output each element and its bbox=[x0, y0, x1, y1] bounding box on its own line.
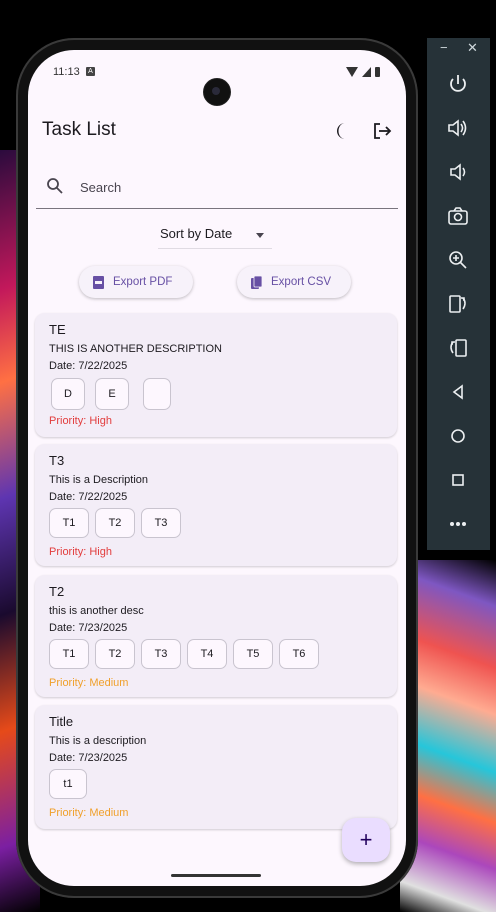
volume-up-button[interactable] bbox=[444, 114, 472, 142]
task-description: THIS IS ANOTHER DESCRIPTION bbox=[49, 343, 222, 355]
task-card[interactable]: Title This is a description Date: 7/23/2… bbox=[35, 705, 397, 829]
task-date: Date: 7/23/2025 bbox=[49, 752, 128, 764]
logout-icon bbox=[374, 123, 392, 139]
tag-chip[interactable]: T6 bbox=[279, 639, 319, 669]
status-time: 11:13 bbox=[53, 66, 80, 78]
task-priority: Priority: High bbox=[49, 415, 112, 427]
logout-button[interactable] bbox=[368, 117, 396, 145]
task-description: This is a description bbox=[49, 735, 147, 747]
task-tags: D E bbox=[51, 378, 171, 410]
volume-down-icon bbox=[450, 163, 466, 181]
search-input[interactable] bbox=[78, 175, 382, 199]
task-priority: Priority: Medium bbox=[49, 677, 129, 689]
task-date: Date: 7/22/2025 bbox=[49, 360, 128, 372]
task-title: T3 bbox=[49, 453, 65, 468]
moon-icon bbox=[337, 123, 345, 139]
search-bar bbox=[36, 166, 398, 209]
more-button[interactable] bbox=[444, 510, 472, 538]
rotate-right-icon bbox=[450, 339, 467, 357]
wifi-icon bbox=[346, 67, 358, 77]
power-icon bbox=[450, 75, 466, 92]
task-description: this is another desc bbox=[49, 605, 144, 617]
overview-icon bbox=[452, 474, 464, 486]
rotate-left-button[interactable] bbox=[444, 290, 472, 318]
tag-chip[interactable]: T1 bbox=[49, 508, 89, 538]
pdf-icon bbox=[93, 275, 104, 289]
sort-dropdown[interactable]: Sort by Date bbox=[158, 222, 272, 249]
plus-icon: + bbox=[359, 827, 373, 852]
home-icon bbox=[451, 429, 465, 443]
notification-icon: A bbox=[86, 67, 95, 76]
volume-up-icon bbox=[448, 119, 467, 137]
rotate-left-icon bbox=[449, 295, 466, 313]
tag-chip[interactable]: T4 bbox=[187, 639, 227, 669]
minimize-button[interactable]: − bbox=[440, 40, 448, 55]
tag-chip[interactable]: t1 bbox=[49, 769, 87, 799]
task-card[interactable]: TE THIS IS ANOTHER DESCRIPTION Date: 7/2… bbox=[35, 313, 397, 437]
screenshot-button[interactable] bbox=[444, 202, 472, 230]
gesture-home-bar[interactable] bbox=[171, 874, 261, 877]
emulator-toolbar: − ✕ bbox=[427, 38, 490, 550]
app-bar: Task List bbox=[28, 114, 406, 154]
add-task-button[interactable]: + bbox=[342, 818, 390, 862]
task-card[interactable]: T3 This is a Description Date: 7/22/2025… bbox=[35, 444, 397, 566]
tag-chip[interactable]: T2 bbox=[95, 639, 135, 669]
phone-screen: 11:13 A Task List Search Sort by Date Ex… bbox=[28, 50, 406, 886]
back-button[interactable] bbox=[444, 378, 472, 406]
page-title: Task List bbox=[42, 119, 116, 140]
overview-button[interactable] bbox=[444, 466, 472, 494]
task-description: This is a Description bbox=[49, 474, 149, 486]
zoom-icon bbox=[449, 251, 467, 269]
battery-icon bbox=[375, 67, 380, 77]
export-pdf-label: Export PDF bbox=[113, 276, 173, 288]
task-date: Date: 7/22/2025 bbox=[49, 491, 128, 503]
export-csv-label: Export CSV bbox=[271, 276, 332, 288]
task-card[interactable]: T2 this is another desc Date: 7/23/2025 … bbox=[35, 575, 397, 697]
tag-chip[interactable]: T5 bbox=[233, 639, 273, 669]
tag-chip[interactable] bbox=[143, 378, 171, 410]
close-button[interactable]: ✕ bbox=[467, 40, 478, 56]
export-pdf-button[interactable]: Export PDF bbox=[79, 266, 193, 298]
tag-chip[interactable]: T3 bbox=[141, 508, 181, 538]
phone-frame: 11:13 A Task List Search Sort by Date Ex… bbox=[16, 38, 418, 898]
file-copy-icon bbox=[251, 275, 262, 289]
tag-chip[interactable]: T3 bbox=[141, 639, 181, 669]
rotate-right-button[interactable] bbox=[444, 334, 472, 362]
task-tags: t1 bbox=[49, 769, 87, 799]
sort-label: Sort by Date bbox=[160, 226, 233, 241]
home-button[interactable] bbox=[444, 422, 472, 450]
search-icon bbox=[47, 178, 63, 194]
theme-toggle-button[interactable] bbox=[328, 117, 356, 145]
task-priority: Priority: High bbox=[49, 546, 112, 558]
front-camera bbox=[203, 78, 231, 106]
task-tags: T1 T2 T3 T4 T5 T6 bbox=[49, 639, 319, 669]
task-title: Title bbox=[49, 714, 74, 729]
tag-chip[interactable]: D bbox=[51, 378, 85, 410]
camera-icon bbox=[448, 207, 468, 225]
export-csv-button[interactable]: Export CSV bbox=[237, 266, 351, 298]
more-icon bbox=[450, 522, 466, 526]
volume-down-button[interactable] bbox=[444, 158, 472, 186]
task-title: TE bbox=[49, 322, 66, 337]
power-button[interactable] bbox=[444, 70, 472, 98]
task-date: Date: 7/23/2025 bbox=[49, 622, 128, 634]
task-title: T2 bbox=[49, 584, 65, 599]
tag-chip[interactable]: E bbox=[95, 378, 129, 410]
tag-chip[interactable]: T1 bbox=[49, 639, 89, 669]
signal-icon bbox=[362, 67, 371, 77]
dropdown-arrow-icon bbox=[256, 233, 264, 238]
task-tags: T1 T2 T3 bbox=[49, 508, 181, 538]
tag-chip[interactable]: T2 bbox=[95, 508, 135, 538]
zoom-button[interactable] bbox=[444, 246, 472, 274]
back-icon bbox=[452, 384, 463, 400]
task-priority: Priority: Medium bbox=[49, 807, 129, 819]
